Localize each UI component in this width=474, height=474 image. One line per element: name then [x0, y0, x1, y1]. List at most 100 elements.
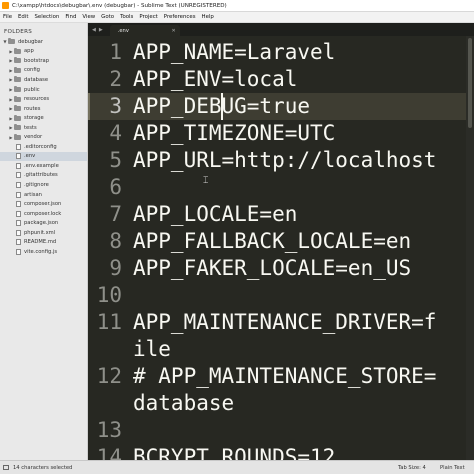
menu-edit[interactable]: Edit	[15, 14, 31, 20]
sidebar-folder[interactable]: ▶ storage	[0, 113, 87, 123]
sidebar: FOLDERS ▼ debugbar ▶ app ▶ bootstrap ▶ config ▶ d…	[0, 23, 88, 460]
menu-project[interactable]: Project	[136, 14, 160, 20]
sidebar-folder[interactable]: ▶ public	[0, 85, 87, 95]
panel-toggle-icon[interactable]	[3, 465, 9, 470]
sidebar-file[interactable]: .env.example	[0, 161, 87, 171]
code-text: APP_LOCALE=en	[133, 202, 298, 226]
sidebar-file[interactable]: .editorconfig	[0, 142, 87, 152]
line-number: 6	[109, 175, 122, 199]
menu-goto[interactable]: Goto	[98, 14, 117, 20]
sidebar-folder[interactable]: ▶ resources	[0, 94, 87, 104]
tree-item-label: composer.lock	[24, 210, 62, 217]
tree-item-label: phpunit.xml	[24, 229, 56, 236]
sidebar-file[interactable]: artisan	[0, 190, 87, 200]
file-icon	[16, 143, 21, 150]
close-icon[interactable]: ✕	[172, 28, 176, 34]
code-text: ile	[133, 337, 171, 361]
folder-icon	[14, 86, 21, 92]
line-number: 10	[96, 283, 122, 307]
code-text: BCRYPT_ROUNDS=12	[133, 445, 336, 460]
menu-selection[interactable]: Selection	[31, 14, 62, 20]
code-line[interactable]: 2 APP_ENV=local	[88, 66, 466, 93]
sidebar-file[interactable]: package.json	[0, 218, 87, 228]
code-line[interactable]: 6	[88, 174, 466, 201]
tree-item-label: debugbar	[18, 38, 43, 45]
code-line[interactable]: database	[88, 390, 466, 417]
file-tree: ▼ debugbar ▶ app ▶ bootstrap ▶ config ▶ database ▶…	[0, 37, 87, 257]
sidebar-folder[interactable]: ▶ database	[0, 75, 87, 85]
file-icon	[16, 229, 21, 236]
tree-item-label: .env.example	[24, 162, 59, 169]
sidebar-file[interactable]: README.md	[0, 237, 87, 247]
tree-item-label: .editorconfig	[24, 143, 57, 150]
code-line[interactable]: 13	[88, 417, 466, 444]
sidebar-file[interactable]: .gitignore	[0, 180, 87, 190]
code-line[interactable]: 8 APP_FALLBACK_LOCALE=en	[88, 228, 466, 255]
line-number: 9	[109, 256, 122, 280]
current-line-marker	[88, 93, 90, 120]
code-line[interactable]: 12 # APP_MAINTENANCE_STORE=	[88, 363, 466, 390]
sidebar-folder[interactable]: ▶ config	[0, 66, 87, 76]
folder-icon	[14, 95, 21, 102]
sidebar-folder[interactable]: ▶ bootstrap	[0, 56, 87, 66]
menu-bar: File Edit Selection Find View Goto Tools Projec…	[0, 12, 474, 23]
code-line[interactable]: 3 APP_DEBUG=true	[88, 93, 466, 120]
file-icon	[16, 239, 21, 246]
sidebar-file[interactable]: composer.lock	[0, 209, 87, 219]
sidebar-file[interactable]: .gitattributes	[0, 171, 87, 181]
code-editor[interactable]: ⌶ 1 APP_NAME=Laravel 2 APP_ENV=local 3 APP_DE…	[88, 36, 466, 460]
tab-size-selector[interactable]: Tab Size: 4	[398, 465, 426, 471]
sidebar-file[interactable]: vite.config.js	[0, 247, 87, 257]
code-line[interactable]: 10	[88, 282, 466, 309]
sidebar-folder[interactable]: ▶ routes	[0, 104, 87, 114]
tab-env[interactable]: .env ✕	[109, 25, 180, 36]
folder-icon	[14, 124, 21, 131]
code-text: database	[133, 391, 235, 415]
syntax-selector[interactable]: Plain Text	[440, 465, 465, 471]
code-text: APP_FALLBACK_LOCALE=en	[133, 229, 412, 253]
folders-header: FOLDERS	[4, 29, 33, 35]
sidebar-folder[interactable]: ▶ tests	[0, 123, 87, 133]
tree-item-label: artisan	[24, 191, 42, 198]
code-line[interactable]: 11 APP_MAINTENANCE_DRIVER=f	[88, 309, 466, 336]
menu-tools[interactable]: Tools	[117, 14, 136, 20]
menu-view[interactable]: View	[79, 14, 98, 20]
code-line[interactable]: 7 APP_LOCALE=en	[88, 201, 466, 228]
sidebar-folder-root[interactable]: ▼ debugbar	[0, 37, 87, 47]
menu-help[interactable]: Help	[199, 14, 217, 20]
code-text: APP_MAINTENANCE_DRIVER=f	[133, 310, 437, 334]
line-number: 7	[109, 202, 122, 226]
sidebar-file[interactable]: phpunit.xml	[0, 228, 87, 238]
tab-bar: ◀▶ .env ✕	[88, 23, 474, 36]
code-line[interactable]: 5 APP_URL=http://localhost	[88, 147, 466, 174]
sidebar-file[interactable]: .env	[0, 151, 87, 162]
file-icon	[16, 191, 21, 198]
code-line[interactable]: 14 BCRYPT_ROUNDS=12	[88, 444, 466, 460]
menu-file[interactable]: File	[0, 14, 15, 20]
editor-scrollbar[interactable]	[466, 36, 474, 460]
code-text: APP_TIMEZONE=UTC	[133, 121, 336, 145]
menu-preferences[interactable]: Preferences	[161, 14, 199, 20]
tree-item-label: .gitattributes	[24, 172, 58, 179]
code-line[interactable]: 1 APP_NAME=Laravel	[88, 39, 466, 66]
folder-icon	[14, 66, 21, 73]
line-number: 1	[109, 40, 122, 64]
tree-item-label: README.md	[24, 239, 57, 246]
sidebar-folder[interactable]: ▶ app	[0, 47, 87, 57]
tree-item-label: composer.json	[24, 201, 62, 208]
folder-icon	[14, 114, 21, 121]
file-icon	[16, 181, 21, 188]
code-line[interactable]: ile	[88, 336, 466, 363]
line-number: 14	[96, 445, 122, 460]
menu-find[interactable]: Find	[62, 14, 79, 20]
tree-item-label: package.json	[24, 220, 59, 227]
tree-item-label: public	[24, 86, 40, 93]
line-number: 13	[96, 418, 122, 442]
sidebar-file[interactable]: composer.json	[0, 199, 87, 209]
tree-item-label: vite.config.js	[24, 248, 58, 255]
tab-nav-arrows-icon[interactable]: ◀▶	[88, 27, 110, 36]
code-line[interactable]: 4 APP_TIMEZONE=UTC	[88, 120, 466, 147]
scrollbar-thumb[interactable]	[468, 38, 472, 128]
sidebar-folder[interactable]: ▶ vendor	[0, 132, 87, 142]
code-line[interactable]: 9 APP_FAKER_LOCALE=en_US	[88, 255, 466, 282]
